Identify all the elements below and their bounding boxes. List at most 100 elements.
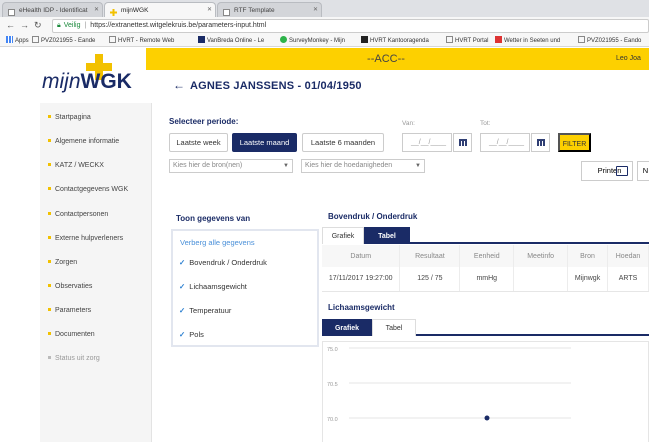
- sidebar: Startpagina Algemene informatie KATZ / W…: [40, 103, 152, 442]
- table-row[interactable]: 17/11/2017 19:27:00 125 / 75 mmHg Mijnwg…: [322, 267, 649, 292]
- reload-icon[interactable]: ↻: [34, 19, 42, 32]
- sidebar-item-contactgegevens[interactable]: Contactgegevens WGK: [48, 186, 128, 198]
- environment-bar: --ACC-- Leo Joa: [146, 48, 649, 70]
- sidebar-item-parameters[interactable]: Parameters: [48, 307, 91, 319]
- tab-grafiek[interactable]: Grafiek: [322, 319, 372, 336]
- bookmark-apps[interactable]: Apps: [6, 36, 29, 46]
- filter-button[interactable]: FILTER: [558, 133, 591, 152]
- bookmark-item[interactable]: HVRT Portal: [446, 36, 488, 46]
- wgk-cross-icon: [110, 7, 117, 16]
- laatste-week-button[interactable]: Laatste week: [169, 133, 228, 152]
- sidebar-item-katz-weckx[interactable]: KATZ / WECKX: [48, 162, 104, 174]
- browser-tab-rtf[interactable]: RTF Template ✕: [217, 2, 322, 17]
- chevron-down-icon: ▼: [415, 163, 421, 169]
- bullet-icon: [48, 115, 51, 118]
- tot-date-input[interactable]: __/__/____: [480, 133, 530, 152]
- gewicht-tabbar: Grafiek Tabel: [322, 319, 649, 336]
- chevron-down-icon: ▼: [283, 163, 289, 169]
- bookmark-item[interactable]: SurveyMonkey - Mijn: [280, 36, 345, 46]
- table-cell: Mijnwgk: [567, 267, 609, 292]
- url-bar[interactable]: 🔒︎ Veilig | https://extranettest.witgelekru…: [52, 19, 649, 33]
- bron-select[interactable]: Kies hier de bron(nen) ▼: [169, 159, 293, 173]
- app-logo[interactable]: mijnWGK: [42, 70, 132, 94]
- table-cell: ARTS: [607, 267, 649, 292]
- verberg-alle-gegevens-link[interactable]: Verberg alle gegevens: [180, 238, 255, 247]
- back-icon[interactable]: ←: [6, 19, 15, 32]
- laatste-6-maanden-button[interactable]: Laatste 6 maanden: [302, 133, 384, 152]
- bookmark-item[interactable]: HVRT - Remote Web: [109, 36, 174, 46]
- van-date-input[interactable]: __/__/____: [402, 133, 452, 152]
- table-cell: 125 / 75: [399, 267, 461, 292]
- next-button[interactable]: N: [637, 161, 649, 181]
- sidebar-item-zorgen[interactable]: Zorgen: [48, 259, 77, 271]
- laatste-maand-button[interactable]: Laatste maand: [232, 133, 297, 152]
- secure-label: Veilig: [63, 22, 81, 29]
- page-icon: [578, 36, 585, 43]
- bloeddruk-title: Bovendruk / Onderdruk: [328, 212, 418, 221]
- table-header-row: Datum Resultaat Eenheid Meetinfo Bron Ho…: [322, 245, 649, 267]
- sidebar-item-status-uit-zorg[interactable]: Status uit zorg: [48, 355, 100, 367]
- table-cell: [513, 267, 569, 292]
- column-header[interactable]: Resultaat: [399, 245, 461, 267]
- bookmark-item[interactable]: Wetter in Seeten und: [495, 36, 560, 46]
- data-point[interactable]: [484, 415, 490, 421]
- forward-icon[interactable]: →: [20, 19, 29, 32]
- bullet-icon: [48, 260, 51, 263]
- bullet-icon: [48, 187, 51, 190]
- table-cell: mmHg: [459, 267, 515, 292]
- column-header[interactable]: Hoedan: [607, 245, 649, 267]
- column-header[interactable]: Eenheid: [459, 245, 515, 267]
- url-text: https://extranettest.witgelekruis.be/par…: [90, 22, 267, 29]
- gewicht-chart: 75.0 70.5 70.0: [322, 341, 649, 442]
- column-header[interactable]: Bron: [567, 245, 609, 267]
- bookmark-item[interactable]: PVZ021955 - Eando: [578, 36, 641, 46]
- van-label: Van:: [402, 120, 415, 127]
- gewicht-title: Lichaamsgewicht: [328, 303, 395, 312]
- bookmark-item[interactable]: PVZ021955 - Eande: [32, 36, 95, 46]
- environment-label: --ACC--: [367, 53, 405, 65]
- toon-gegevens-title: Toon gegevens van: [176, 214, 251, 223]
- print-button[interactable]: Printen: [581, 161, 633, 181]
- page-icon: [32, 36, 39, 43]
- sidebar-item-observaties[interactable]: Observaties: [48, 283, 92, 295]
- bookmark-item[interactable]: HVRT Kantooragenda: [361, 36, 429, 46]
- bullet-icon: [48, 356, 51, 359]
- tab-grafiek[interactable]: Grafiek: [322, 227, 364, 244]
- hoedanigheden-select[interactable]: Kies hier de hoedanigheden ▼: [301, 159, 425, 173]
- checkbox-pols[interactable]: ✓ Pols: [179, 330, 204, 339]
- column-header[interactable]: Datum: [322, 245, 401, 267]
- page-icon: [8, 7, 15, 16]
- calendar-icon: [459, 139, 467, 146]
- close-icon[interactable]: ✕: [207, 3, 212, 17]
- bookmark-item[interactable]: VanBreda Online - Le: [198, 36, 264, 46]
- tab-tabel[interactable]: Tabel: [372, 319, 416, 336]
- van-calendar-button[interactable]: [453, 133, 472, 152]
- surveymonkey-icon: [280, 36, 287, 43]
- calendar-icon: [537, 139, 545, 146]
- address-bar-row: ← → ↻ 🔒︎ Veilig | https://extranettest.witg…: [0, 17, 649, 35]
- sidebar-item-startpagina[interactable]: Startpagina: [48, 114, 91, 126]
- sidebar-item-contactpersonen[interactable]: Contactpersonen: [48, 211, 108, 223]
- checkbox-bovendruk[interactable]: ✓ Bovendruk / Onderdruk: [179, 258, 267, 267]
- tab-tabel[interactable]: Tabel: [364, 227, 410, 244]
- sidebar-item-documenten[interactable]: Documenten: [48, 331, 95, 343]
- back-arrow-icon[interactable]: ←: [173, 78, 185, 92]
- page-icon: [223, 7, 230, 16]
- bookmarks-bar: Apps PVZ021955 - Eande HVRT - Remote Web…: [0, 35, 649, 47]
- bloeddruk-tabbar: Grafiek Tabel: [322, 227, 649, 244]
- browser-tab-mijnwgk[interactable]: mijnWGK ✕: [104, 2, 216, 17]
- y-tick-label: 75.0: [327, 347, 338, 353]
- close-icon[interactable]: ✕: [94, 3, 99, 17]
- close-icon[interactable]: ✕: [313, 3, 318, 17]
- checkmark-icon: ✓: [179, 282, 186, 291]
- sidebar-item-externe-hulpverleners[interactable]: Externe hulpverleners: [48, 235, 123, 247]
- checkbox-temperatuur[interactable]: ✓ Temperatuur: [179, 306, 231, 315]
- checkbox-lichaamsgewicht[interactable]: ✓ Lichaamsgewicht: [179, 282, 247, 291]
- checkmark-icon: ✓: [179, 330, 186, 339]
- sidebar-item-algemene-informatie[interactable]: Algemene informatie: [48, 138, 119, 150]
- column-header[interactable]: Meetinfo: [513, 245, 569, 267]
- tot-calendar-button[interactable]: [531, 133, 550, 152]
- bullet-icon: [48, 163, 51, 166]
- browser-tab-ehealth[interactable]: eHealth IDP - Identificat ✕: [2, 2, 103, 17]
- user-name[interactable]: Leo Joa: [616, 55, 641, 62]
